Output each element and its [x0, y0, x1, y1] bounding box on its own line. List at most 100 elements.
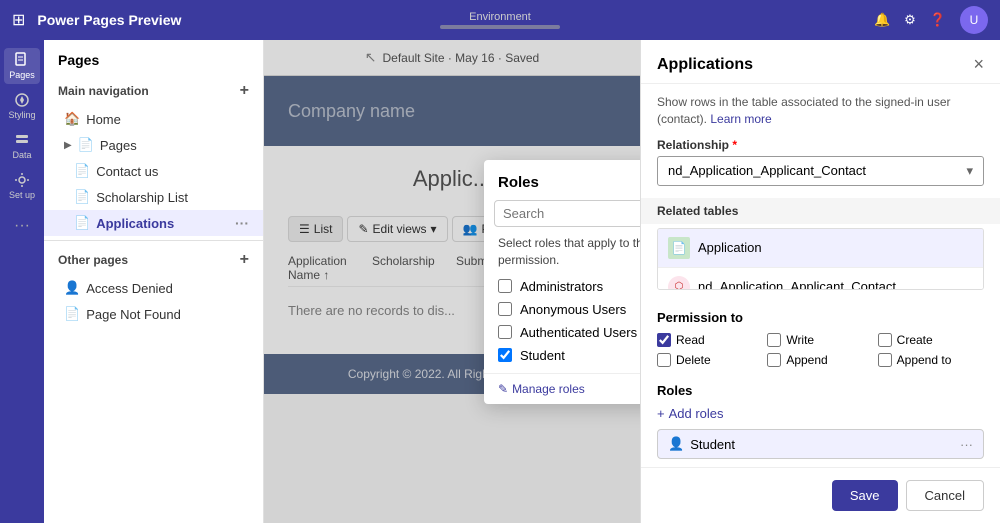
nav-scholarship-label: Scholarship List — [96, 190, 188, 205]
sidebar-item-more[interactable]: ··· — [4, 208, 40, 244]
roles-dialog: Roles ✕ Select roles that apply to the t… — [484, 160, 640, 404]
role-item-student[interactable]: Student — [498, 348, 640, 363]
sidebar-item-pages[interactable]: Pages — [4, 48, 40, 84]
page-icon: 📄 — [74, 163, 90, 179]
permission-write-checkbox[interactable] — [767, 333, 781, 347]
roles-search-input[interactable] — [494, 200, 640, 227]
nav-access-denied-label: Access Denied — [86, 281, 173, 296]
add-other-page-button[interactable]: + — [240, 251, 249, 269]
role-check-anonymous[interactable] — [498, 302, 512, 316]
related-table-application[interactable]: 📄 Application — [658, 229, 983, 268]
roles-list: Administrators Anonymous Users Authentic… — [484, 279, 640, 373]
other-pages-section: Other pages + — [44, 245, 263, 275]
sidebar-item-styling[interactable]: Styling — [4, 88, 40, 124]
nav-pages-label: Pages — [100, 138, 137, 153]
permission-delete[interactable]: Delete — [657, 353, 763, 367]
permission-create[interactable]: Create — [878, 333, 984, 347]
nav-item-access-denied[interactable]: 👤 Access Denied — [44, 275, 263, 301]
nav-item-scholarship-list[interactable]: 📄 Scholarship List — [44, 184, 263, 210]
role-item-administrators[interactable]: Administrators — [498, 279, 640, 294]
role-check-authenticated[interactable] — [498, 325, 512, 339]
permission-write[interactable]: Write — [767, 333, 873, 347]
permission-append-to-checkbox[interactable] — [878, 353, 892, 367]
permission-append-checkbox[interactable] — [767, 353, 781, 367]
right-panel-close-button[interactable]: × — [973, 54, 984, 75]
help-icon[interactable]: ❓ — [930, 12, 946, 28]
nav-contactus-label: Contact us — [96, 164, 158, 179]
permission-to-label: Permission to — [657, 310, 984, 325]
permission-delete-label: Delete — [676, 353, 711, 367]
permission-create-checkbox[interactable] — [878, 333, 892, 347]
roles-section-header: Roles — [657, 383, 984, 398]
sidebar-item-data[interactable]: Data — [4, 128, 40, 164]
save-button[interactable]: Save — [832, 480, 898, 511]
nav-page-not-found-label: Page Not Found — [86, 307, 181, 322]
nd-table-label: nd_Application_Applicant_Contact — [698, 279, 896, 290]
related-tables-section-label: Related tables — [641, 198, 1000, 224]
sidebar-setup-label: Set up — [9, 190, 35, 200]
gear-icon[interactable]: ⚙ — [904, 12, 916, 28]
avatar[interactable]: U — [960, 6, 988, 34]
application-table-label: Application — [698, 240, 762, 255]
permission-section: Permission to Read Write Create Delete — [641, 302, 1000, 375]
sidebar-data-label: Data — [12, 150, 31, 160]
required-indicator: * — [732, 138, 737, 152]
nav-item-page-not-found[interactable]: 📄 Page Not Found — [44, 301, 263, 327]
add-roles-button[interactable]: + Add roles — [657, 406, 984, 421]
role-tags-list: 👤 Student ··· — [657, 429, 984, 459]
other-pages-label: Other pages — [58, 253, 128, 267]
add-roles-label: Add roles — [669, 406, 724, 421]
main-nav-section: Main navigation + — [44, 76, 263, 106]
right-panel-title: Applications — [657, 56, 753, 74]
nav-item-applications[interactable]: 📄 Applications ··· — [44, 210, 263, 236]
grid-icon[interactable]: ⊞ — [12, 10, 25, 30]
roles-dialog-description: Select roles that apply to the table per… — [484, 235, 640, 279]
page-icon: 📄 — [64, 306, 80, 322]
role-label-authenticated: Authenticated Users — [520, 325, 637, 340]
nd-table-icon: ⬡ — [668, 276, 690, 290]
bell-icon[interactable]: 🔔 — [874, 12, 890, 28]
add-main-nav-button[interactable]: + — [240, 82, 249, 100]
icon-sidebar: Pages Styling Data Set up ··· — [0, 40, 44, 523]
roles-dialog-header: Roles ✕ — [484, 160, 640, 200]
permission-append[interactable]: Append — [767, 353, 873, 367]
sidebar-pages-label: Pages — [9, 70, 35, 80]
permission-read-checkbox[interactable] — [657, 333, 671, 347]
top-bar-actions: 🔔 ⚙ ❓ U — [874, 6, 988, 34]
manage-roles-icon: ✎ — [498, 382, 508, 396]
role-check-administrators[interactable] — [498, 279, 512, 293]
more-dots-icon: ··· — [14, 217, 30, 235]
related-table-nd[interactable]: ⬡ nd_Application_Applicant_Contact — [658, 268, 983, 290]
role-tag-student: 👤 Student ··· — [657, 429, 984, 459]
role-check-student[interactable] — [498, 348, 512, 362]
permission-delete-checkbox[interactable] — [657, 353, 671, 367]
sidebar-item-setup[interactable]: Set up — [4, 168, 40, 204]
role-item-anonymous[interactable]: Anonymous Users — [498, 302, 640, 317]
nav-item-contact-us[interactable]: 📄 Contact us — [44, 158, 263, 184]
nav-item-home[interactable]: 🏠 Home — [44, 106, 263, 132]
permission-read[interactable]: Read — [657, 333, 763, 347]
relationship-select[interactable]: nd_Application_Applicant_Contact ▾ — [657, 156, 984, 186]
right-panel-header: Applications × — [641, 40, 1000, 84]
learn-more-link[interactable]: Learn more — [710, 112, 771, 126]
manage-roles-link[interactable]: ✎ Manage roles — [498, 382, 640, 396]
nav-home-label: Home — [86, 112, 121, 127]
content-area: ↖ Default Site · May 16 · Saved Company … — [264, 40, 640, 523]
nav-applications-label: Applications — [96, 216, 174, 231]
applications-more-button[interactable]: ··· — [235, 215, 249, 231]
role-item-authenticated[interactable]: Authenticated Users — [498, 325, 640, 340]
permission-write-label: Write — [786, 333, 814, 347]
right-panel-footer: Save Cancel — [641, 467, 1000, 523]
cancel-button[interactable]: Cancel — [906, 480, 984, 511]
permission-append-to[interactable]: Append to — [878, 353, 984, 367]
nav-item-pages[interactable]: ▶ 📄 Pages — [44, 132, 263, 158]
manage-roles-label: Manage roles — [512, 382, 585, 396]
pages-panel: Pages Main navigation + 🏠 Home ▶ 📄 Pages… — [44, 40, 264, 523]
role-tag-more-button[interactable]: ··· — [960, 437, 973, 452]
related-tables-list: 📄 Application ⬡ nd_Application_Applicant… — [657, 228, 984, 290]
chevron-right-icon: ▶ — [64, 140, 72, 151]
page-icon: 📄 — [74, 189, 90, 205]
pages-icon: 📄 — [78, 137, 94, 153]
relationship-value: nd_Application_Applicant_Contact — [668, 163, 866, 178]
sidebar-styling-label: Styling — [8, 110, 35, 120]
